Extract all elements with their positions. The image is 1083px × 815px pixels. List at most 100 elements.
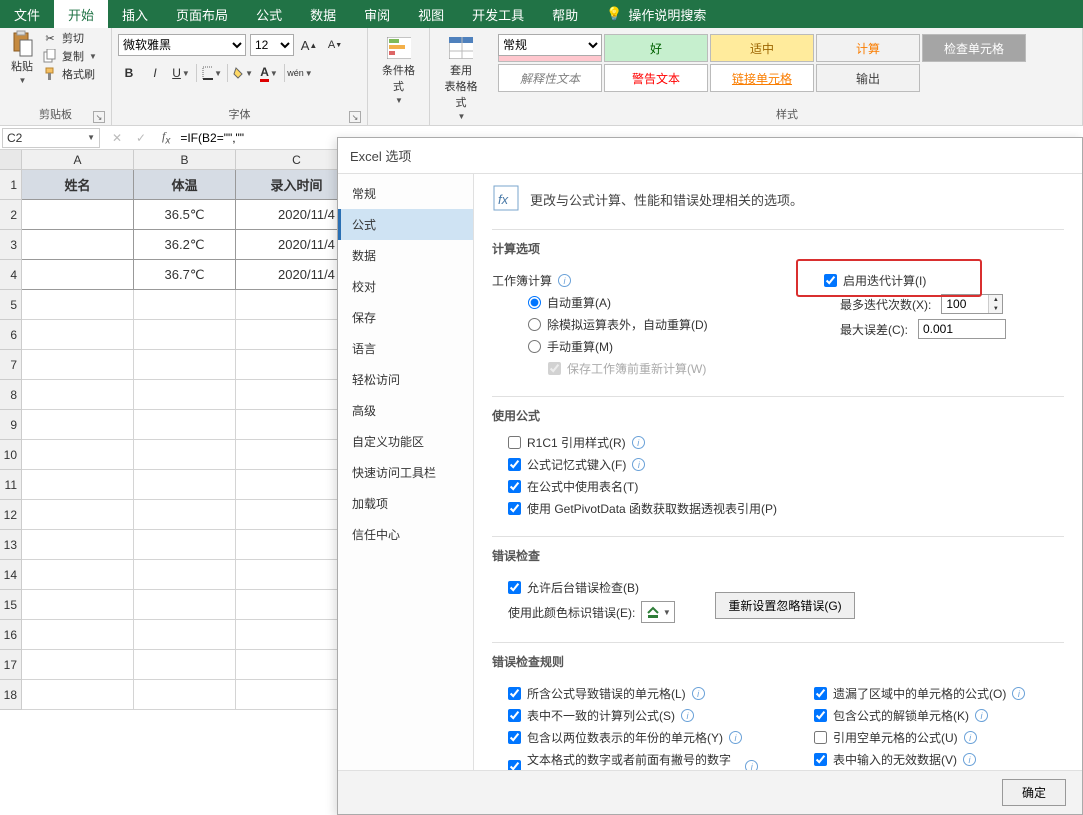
info-icon[interactable]: i xyxy=(692,687,705,700)
cell[interactable]: 36.2℃ xyxy=(134,230,236,260)
row-header[interactable]: 7 xyxy=(0,350,22,380)
row-header[interactable]: 10 xyxy=(0,440,22,470)
conditional-format-button[interactable]: 条件格式▼ xyxy=(374,34,423,107)
cell[interactable]: 姓名 xyxy=(22,170,134,200)
rule-l4-checkbox[interactable] xyxy=(508,760,521,770)
rule-l3-checkbox[interactable] xyxy=(508,731,521,744)
except-tables-radio[interactable] xyxy=(528,318,541,331)
cell[interactable] xyxy=(22,290,134,320)
cell[interactable] xyxy=(134,320,236,350)
cell[interactable] xyxy=(134,590,236,620)
table-format-button[interactable]: 套用 表格格式▼ xyxy=(436,34,486,123)
select-all-corner[interactable] xyxy=(0,150,22,169)
cell[interactable] xyxy=(22,440,134,470)
cell[interactable] xyxy=(134,290,236,320)
bold-button[interactable]: B xyxy=(118,62,140,84)
info-icon[interactable]: i xyxy=(632,458,645,471)
tab-文件[interactable]: 文件 xyxy=(0,0,54,28)
font-name-combo[interactable]: 微软雅黑 xyxy=(118,34,246,56)
rule-l2-checkbox[interactable] xyxy=(508,709,521,722)
cell[interactable] xyxy=(22,260,134,290)
row-header[interactable]: 1 xyxy=(0,170,22,200)
phonetic-button[interactable]: wén▼ xyxy=(289,62,311,84)
info-icon[interactable]: i xyxy=(729,731,742,744)
spin-down-icon[interactable]: ▼ xyxy=(989,304,1002,313)
cell-style-适中[interactable]: 适中 xyxy=(710,34,814,62)
font-color-button[interactable]: A▼ xyxy=(258,62,280,84)
max-change-input[interactable] xyxy=(918,319,1006,339)
info-icon[interactable]: i xyxy=(964,731,977,744)
info-icon[interactable]: i xyxy=(745,760,758,770)
r1c1-checkbox[interactable] xyxy=(508,436,521,449)
table-names-checkbox[interactable] xyxy=(508,480,521,493)
cell[interactable] xyxy=(134,440,236,470)
nav-item-语言[interactable]: 语言 xyxy=(338,333,473,364)
row-header[interactable]: 3 xyxy=(0,230,22,260)
cell[interactable] xyxy=(22,590,134,620)
bg-errcheck-checkbox[interactable] xyxy=(508,581,521,594)
manual-calc-radio[interactable] xyxy=(528,340,541,353)
border-button[interactable]: ▼ xyxy=(201,62,223,84)
cell[interactable] xyxy=(134,560,236,590)
cell-style-警告文本[interactable]: 警告文本 xyxy=(604,64,708,92)
nav-item-高级[interactable]: 高级 xyxy=(338,395,473,426)
name-box[interactable]: C2▼ xyxy=(2,128,100,148)
auto-calc-radio[interactable] xyxy=(528,296,541,309)
nav-item-公式[interactable]: 公式 xyxy=(338,209,473,240)
number-format-combo[interactable]: 常规 xyxy=(498,34,602,56)
rule-r3-checkbox[interactable] xyxy=(814,731,827,744)
cell[interactable]: 36.7℃ xyxy=(134,260,236,290)
nav-item-保存[interactable]: 保存 xyxy=(338,302,473,333)
fx-icon[interactable]: fx xyxy=(156,129,176,146)
nav-item-自定义功能区[interactable]: 自定义功能区 xyxy=(338,426,473,457)
cell[interactable] xyxy=(134,620,236,650)
cell[interactable] xyxy=(134,530,236,560)
cell[interactable] xyxy=(134,680,236,710)
info-icon[interactable]: i xyxy=(632,436,645,449)
info-icon[interactable]: i xyxy=(963,753,976,766)
spin-up-icon[interactable]: ▲ xyxy=(989,295,1002,304)
row-header[interactable]: 17 xyxy=(0,650,22,680)
tab-帮助[interactable]: 帮助 xyxy=(538,0,592,28)
tell-me-search[interactable]: 💡操作说明搜索 xyxy=(592,0,720,28)
paste-button[interactable]: 粘贴 ▼ xyxy=(6,30,38,87)
row-header[interactable]: 5 xyxy=(0,290,22,320)
row-header[interactable]: 4 xyxy=(0,260,22,290)
row-header[interactable]: 14 xyxy=(0,560,22,590)
row-header[interactable]: 11 xyxy=(0,470,22,500)
ok-button[interactable]: 确定 xyxy=(1002,779,1066,806)
cell[interactable] xyxy=(22,500,134,530)
cell-style-好[interactable]: 好 xyxy=(604,34,708,62)
tab-数据[interactable]: 数据 xyxy=(296,0,350,28)
tab-视图[interactable]: 视图 xyxy=(404,0,458,28)
cell[interactable] xyxy=(22,380,134,410)
cell[interactable] xyxy=(22,680,134,710)
font-size-combo[interactable]: 12 xyxy=(250,34,294,56)
row-header[interactable]: 6 xyxy=(0,320,22,350)
italic-button[interactable]: I xyxy=(144,62,166,84)
max-iter-input[interactable] xyxy=(942,295,988,313)
autocomplete-checkbox[interactable] xyxy=(508,458,521,471)
increase-font-icon[interactable]: A▲ xyxy=(298,34,320,56)
row-header[interactable]: 2 xyxy=(0,200,22,230)
info-icon[interactable]: i xyxy=(558,274,571,287)
info-icon[interactable]: i xyxy=(1012,687,1025,700)
row-header[interactable]: 18 xyxy=(0,680,22,710)
cell[interactable] xyxy=(134,410,236,440)
accept-formula-icon[interactable]: ✓ xyxy=(130,127,152,149)
tab-插入[interactable]: 插入 xyxy=(108,0,162,28)
nav-item-快速访问工具栏[interactable]: 快速访问工具栏 xyxy=(338,457,473,488)
cell[interactable]: 36.5℃ xyxy=(134,200,236,230)
rule-r1-checkbox[interactable] xyxy=(814,687,827,700)
cell[interactable] xyxy=(22,350,134,380)
row-header[interactable]: 13 xyxy=(0,530,22,560)
decrease-font-icon[interactable]: A▼ xyxy=(324,34,346,56)
cell[interactable] xyxy=(22,560,134,590)
format-painter-button[interactable]: 格式刷 xyxy=(42,66,97,82)
nav-item-校对[interactable]: 校对 xyxy=(338,271,473,302)
rule-r4-checkbox[interactable] xyxy=(814,753,827,766)
fill-color-button[interactable]: ▼ xyxy=(232,62,254,84)
cell-style-计算[interactable]: 计算 xyxy=(816,34,920,62)
cell[interactable] xyxy=(134,350,236,380)
nav-item-常规[interactable]: 常规 xyxy=(338,178,473,209)
